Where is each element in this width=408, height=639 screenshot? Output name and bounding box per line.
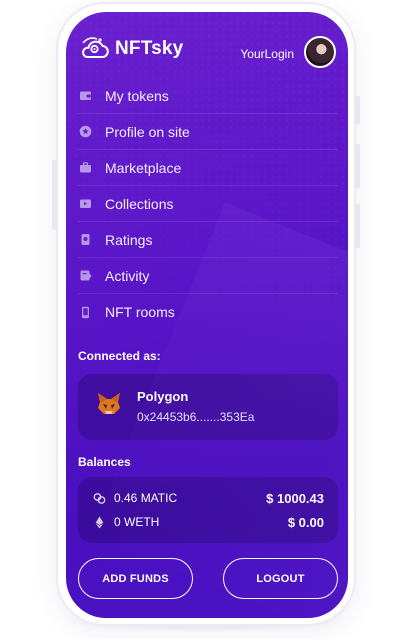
menu-item-nft-rooms[interactable]: NFT rooms	[78, 294, 338, 330]
menu-item-activity[interactable]: Activity	[78, 258, 338, 294]
phone-side-button	[52, 160, 57, 230]
cloud-logo-icon	[82, 37, 109, 58]
phone-side-button	[355, 204, 360, 248]
add-funds-button[interactable]: ADD FUNDS	[78, 558, 193, 599]
balance-usd: $ 0.00	[287, 514, 324, 530]
balance-row-matic: 0.46 MATIC $ 1000.43	[93, 489, 324, 507]
balances-card: 0.46 MATIC $ 1000.43 0 WETH $ 0.00	[78, 477, 338, 543]
wallet-network: Polygon	[137, 389, 189, 404]
matic-icon	[93, 492, 106, 504]
wallet-address: 0x24453b6.......353Ea	[137, 410, 255, 424]
avatar[interactable]	[304, 36, 336, 68]
balances-title: Balances	[78, 455, 131, 469]
menu-label: Activity	[105, 267, 150, 284]
menu-label: Profile on site	[105, 123, 190, 140]
wallet-card[interactable]: Polygon 0x24453b6.......353Ea	[78, 374, 338, 440]
activity-icon	[79, 269, 92, 282]
menu-label: Ratings	[105, 231, 153, 248]
menu-item-my-tokens[interactable]: My tokens	[78, 78, 338, 114]
menu-item-ratings[interactable]: Ratings	[78, 222, 338, 258]
nav-menu: My tokens Profile on site Marketplace Co…	[78, 78, 338, 330]
balance-amount: 0.46 MATIC	[114, 491, 178, 505]
menu-item-marketplace[interactable]: Marketplace	[78, 150, 338, 186]
logout-button[interactable]: LOGOUT	[223, 558, 338, 599]
eth-icon	[95, 516, 104, 528]
menu-label: My tokens	[105, 87, 169, 104]
balance-usd: $ 1000.43	[266, 490, 324, 506]
balance-amount: 0 WETH	[114, 515, 160, 529]
folder-icon	[79, 197, 92, 210]
phone-side-button	[355, 96, 360, 124]
user-login[interactable]: YourLogin	[240, 47, 294, 61]
phone-side-button	[355, 144, 360, 188]
menu-item-profile-on-site[interactable]: Profile on site	[78, 114, 338, 150]
brand-logo[interactable]: NFTsky	[80, 36, 183, 62]
star-badge-icon	[79, 125, 92, 138]
menu-label: Marketplace	[105, 159, 182, 176]
phone-icon	[79, 306, 92, 319]
app-header: NFTsky YourLogin	[80, 36, 336, 70]
medal-icon	[79, 233, 92, 246]
metamask-fox-icon	[98, 393, 120, 414]
briefcase-icon	[79, 161, 92, 174]
menu-label: NFT rooms	[105, 304, 175, 320]
balance-row-weth: 0 WETH $ 0.00	[93, 513, 324, 531]
wallet-icon	[79, 89, 92, 102]
app-screen: NFTsky YourLogin My tokens Profile on si…	[66, 12, 348, 618]
connected-as-title: Connected as:	[78, 349, 161, 363]
menu-item-collections[interactable]: Collections	[78, 186, 338, 222]
menu-label: Collections	[105, 195, 174, 212]
brand-name: NFTsky	[115, 38, 184, 59]
